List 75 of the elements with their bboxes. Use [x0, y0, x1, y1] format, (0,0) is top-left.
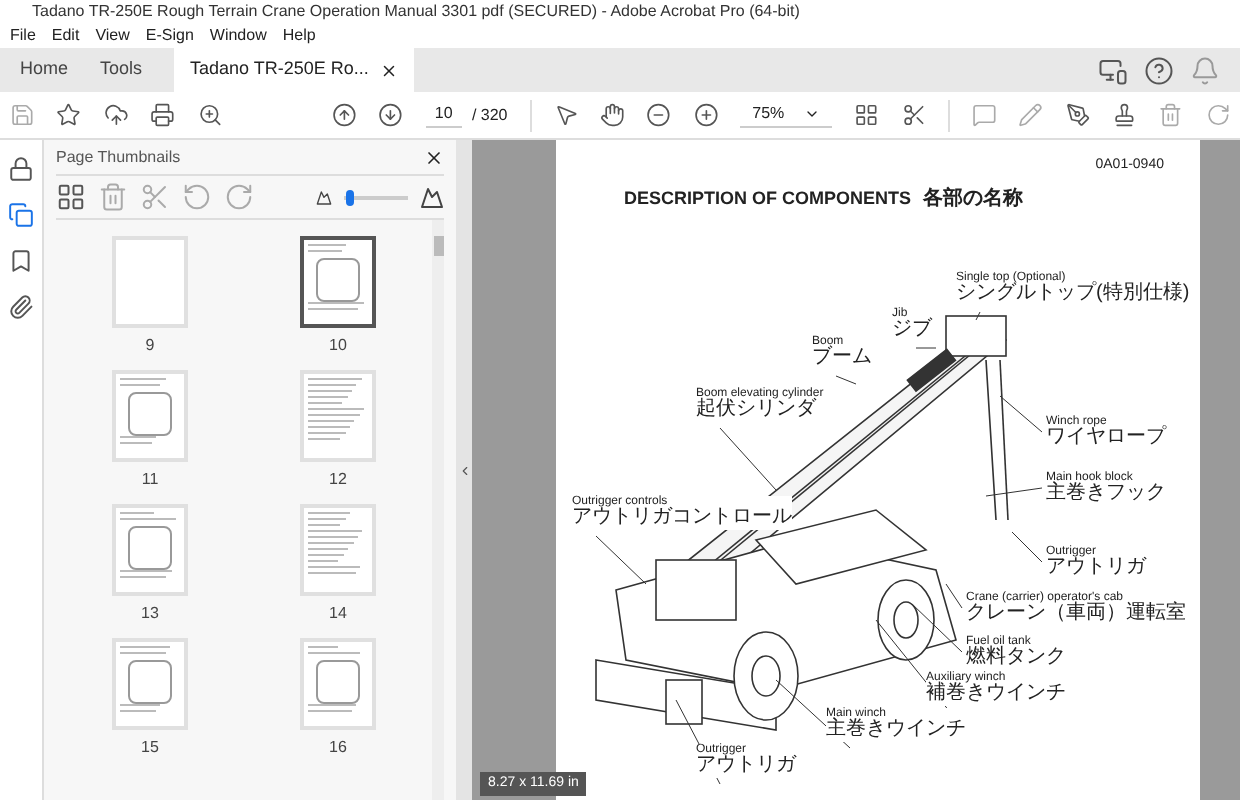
zoom-dropdown[interactable]: 75%	[740, 102, 833, 128]
label-japanese: シングルトップ(特別仕様)	[956, 284, 1190, 306]
label-japanese: アウトリガコントロール	[572, 508, 792, 530]
page-heading-japanese: 各部の名称	[923, 185, 1024, 214]
hand-icon[interactable]	[599, 100, 625, 130]
panel-title: Page Thumbnails	[56, 145, 181, 169]
lock-icon[interactable]	[8, 156, 34, 182]
page-number-label: 10	[329, 334, 347, 358]
label-japanese: アウトリガ	[696, 756, 796, 778]
pointer-icon[interactable]	[553, 100, 578, 130]
leader-line	[595, 535, 647, 585]
leader-line	[835, 375, 857, 385]
menu-item[interactable]: Window	[209, 24, 267, 48]
window-title: Tadano TR-250E Rough Terrain Crane Operation Manual 3301 pdf (SECURED) - Adobe Acrobat Pro (64-bit)	[30, 0, 802, 24]
page-number-label: 9	[145, 334, 155, 358]
label-japanese: 補巻きウインチ	[926, 684, 1066, 706]
tab[interactable]: Home	[4, 48, 85, 92]
leader-line	[1011, 531, 1043, 563]
bookmark-icon[interactable]	[8, 248, 34, 274]
collapse-icon[interactable]	[457, 463, 471, 477]
large-mountain-icon[interactable]	[420, 185, 444, 209]
slider-thumb[interactable]	[346, 189, 355, 205]
page-number-label: 16	[329, 736, 347, 760]
page-heading: DESCRIPTION OF COMPONENTS	[624, 185, 912, 212]
label-japanese: ワイヤロープ	[1046, 428, 1166, 450]
next-page-icon[interactable]	[378, 100, 404, 130]
star-icon[interactable]	[56, 100, 82, 130]
page-number-label: 15	[141, 736, 159, 760]
menu-item[interactable]: E-Sign	[145, 24, 194, 48]
page-number-label: 14	[329, 602, 347, 626]
menu-item[interactable]: View	[95, 24, 130, 48]
label-japanese: ジブ	[892, 320, 932, 342]
label-japanese: 起伏シリンダ	[696, 400, 817, 422]
search-icon[interactable]	[197, 100, 222, 130]
small-mountain-icon[interactable]	[316, 189, 332, 205]
pages-icon[interactable]	[8, 202, 34, 228]
label-japanese: クレーン（車両）運転室	[966, 604, 1186, 626]
share-screen-icon[interactable]	[1098, 55, 1128, 85]
close-icon[interactable]	[424, 147, 444, 167]
options-icon[interactable]	[56, 182, 86, 212]
close-icon[interactable]	[380, 61, 399, 79]
label-japanese: 燃料タンク	[966, 648, 1066, 670]
tab[interactable]: Tadano TR-250E Ro...	[174, 48, 415, 92]
caret-icon[interactable]	[804, 106, 821, 122]
thumbnail-size-slider[interactable]	[344, 189, 408, 205]
page-number-label: 12	[329, 468, 347, 492]
page-number-label: 13	[141, 602, 159, 626]
stamp-icon[interactable]	[1111, 100, 1137, 130]
print-icon[interactable]	[150, 100, 176, 130]
page-number-field[interactable]: 10	[425, 102, 462, 128]
menu-item[interactable]: File	[10, 24, 36, 48]
paperclip-icon[interactable]	[8, 294, 34, 320]
page-thumbnail[interactable]	[300, 236, 376, 328]
page-layout-icon[interactable]	[854, 100, 880, 130]
zoom-out-icon[interactable]	[646, 100, 672, 130]
menu-item[interactable]: Help	[282, 24, 316, 48]
zoom-in-icon[interactable]	[693, 100, 719, 130]
scrollbar[interactable]	[432, 220, 444, 800]
leader-line	[975, 311, 981, 321]
label-japanese: 主巻きウインチ	[826, 720, 966, 742]
label-japanese: 主巻きフック	[1046, 484, 1166, 506]
tab[interactable]: Tools	[84, 48, 159, 92]
sign-icon[interactable]	[1065, 100, 1090, 130]
leader-line	[985, 487, 1043, 497]
previous-page-icon[interactable]	[331, 100, 357, 130]
page-total: / 320	[471, 103, 508, 127]
leader-line	[915, 347, 937, 349]
leader-line	[999, 395, 1043, 433]
page-number-label: 11	[141, 468, 159, 492]
leader-line	[719, 427, 777, 491]
label-japanese: アウトリガ	[1046, 558, 1146, 580]
upload-icon[interactable]	[103, 100, 129, 130]
menu-item[interactable]: Edit	[51, 24, 80, 48]
help-icon[interactable]	[1144, 55, 1174, 85]
label-japanese: ブーム	[812, 348, 872, 370]
